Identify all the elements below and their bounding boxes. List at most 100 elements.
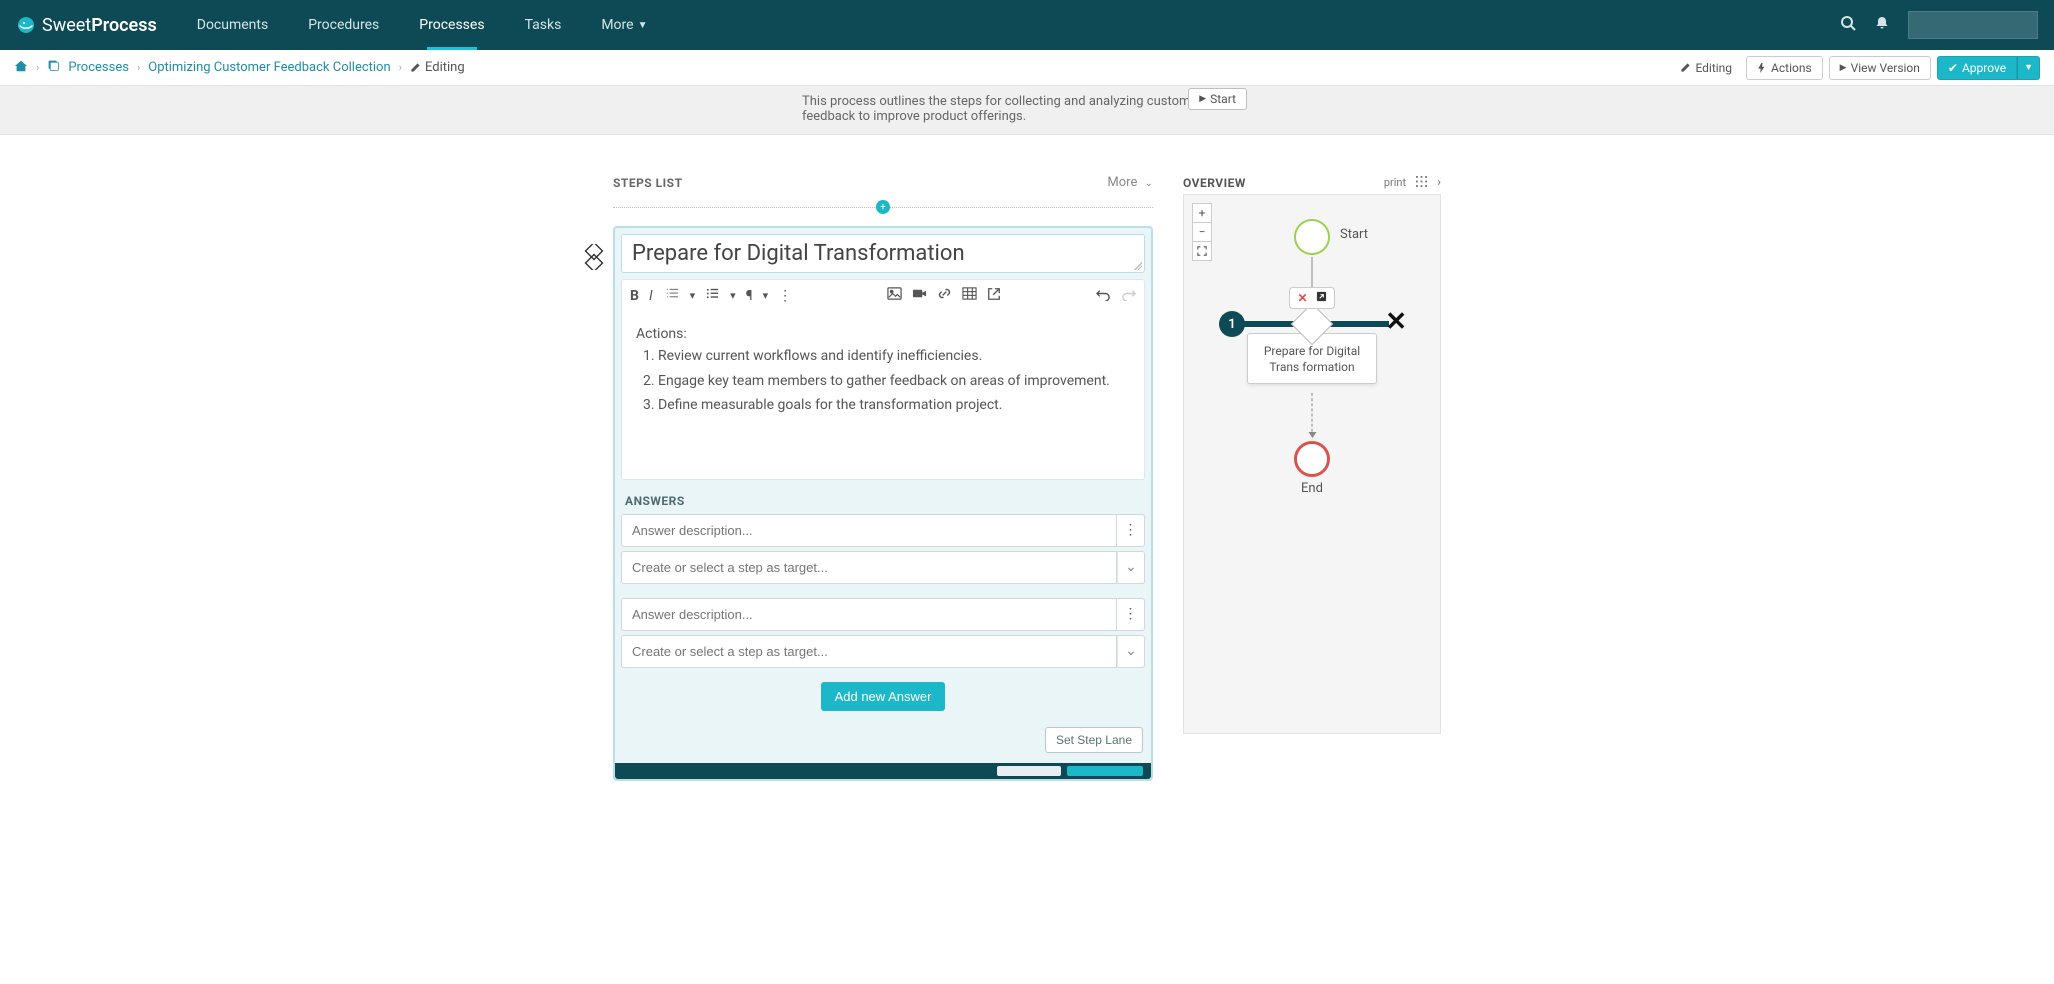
answer-row: ⋮ xyxy=(621,514,1145,547)
paragraph-button[interactable]: ¶ xyxy=(746,288,753,304)
flow-connector-dashed xyxy=(1312,393,1313,437)
crumb-editing: Editing xyxy=(410,60,465,75)
nav-processes[interactable]: Processes xyxy=(399,0,504,50)
italic-button[interactable]: I xyxy=(649,288,653,304)
brand-text-a: Sweet xyxy=(42,15,91,36)
answer-menu-button[interactable]: ⋮ xyxy=(1117,514,1145,547)
answer-menu-button[interactable]: ⋮ xyxy=(1117,598,1145,631)
end-label: End xyxy=(1294,481,1330,496)
pencil-icon xyxy=(1680,62,1691,73)
more-formatting-button[interactable]: ⋮ xyxy=(778,288,792,304)
flow-end-node[interactable]: End xyxy=(1294,441,1330,496)
ul-dropdown[interactable]: ▾ xyxy=(730,289,736,302)
pencil-icon xyxy=(410,62,421,73)
brand-logo[interactable]: SweetProcess xyxy=(0,15,177,36)
footer-primary-button[interactable] xyxy=(1067,766,1143,776)
redo-button[interactable] xyxy=(1121,286,1136,305)
step-content-editor[interactable]: Actions: Review current workflows and id… xyxy=(621,311,1145,480)
undo-button[interactable] xyxy=(1096,286,1111,305)
play-icon: ▶ xyxy=(1840,63,1847,73)
crumb-processes[interactable]: Processes xyxy=(68,60,129,75)
home-icon[interactable] xyxy=(14,59,28,77)
view-version-button[interactable]: ▶ View Version xyxy=(1829,56,1931,80)
ol-dropdown[interactable]: ▾ xyxy=(690,289,696,302)
chevron-down-icon: ⌄ xyxy=(1145,178,1153,189)
overview-canvas[interactable]: + − Start ✕ xyxy=(1183,194,1441,734)
answer-row: ⋮ xyxy=(621,598,1145,631)
unordered-list-button[interactable] xyxy=(705,286,720,305)
steps-list-title: STEPS LIST xyxy=(613,176,683,190)
nav-more[interactable]: More ▼ xyxy=(581,0,667,50)
table-button[interactable] xyxy=(962,286,977,305)
process-description: This process outlines the steps for coll… xyxy=(802,94,1247,124)
image-button[interactable] xyxy=(887,286,902,305)
add-step-button[interactable]: + xyxy=(876,200,890,214)
play-icon: ▶ xyxy=(1199,94,1206,104)
nav-procedures[interactable]: Procedures xyxy=(288,0,399,50)
answer-target-select[interactable] xyxy=(621,551,1117,584)
user-area-placeholder[interactable] xyxy=(1908,11,2038,39)
processes-stack-icon xyxy=(47,59,60,76)
editing-indicator[interactable]: Editing xyxy=(1672,57,1740,79)
set-step-lane-button[interactable]: Set Step Lane xyxy=(1045,727,1143,753)
zoom-in-button[interactable]: + xyxy=(1192,203,1212,223)
bell-icon[interactable] xyxy=(1874,15,1890,35)
bold-button[interactable]: B xyxy=(630,288,639,304)
steps-list-header: STEPS LIST More ⌄ xyxy=(613,175,1153,190)
top-right-tools xyxy=(1840,11,2054,39)
target-dropdown-button[interactable]: ⌄ xyxy=(1117,635,1145,668)
nav-tasks[interactable]: Tasks xyxy=(505,0,582,50)
external-link-button[interactable] xyxy=(987,287,1001,305)
print-button[interactable]: print xyxy=(1384,176,1406,189)
add-answer-button[interactable]: Add new Answer xyxy=(821,682,946,711)
delete-step-button[interactable]: ✕ xyxy=(1297,291,1307,305)
breadcrumb: › Processes › Optimizing Customer Feedba… xyxy=(14,59,465,77)
flow-connector xyxy=(1312,257,1313,287)
breadcrumb-bar: › Processes › Optimizing Customer Feedba… xyxy=(0,50,2054,86)
zoom-fit-button[interactable] xyxy=(1192,241,1212,261)
remove-node-button[interactable]: ✕ xyxy=(1385,307,1407,337)
step-title-input[interactable]: Prepare for Digital Transformation xyxy=(621,234,1145,273)
answer-description-input[interactable] xyxy=(621,598,1117,631)
brand-text-b: Process xyxy=(91,15,157,36)
bolt-icon xyxy=(1757,63,1767,73)
steps-list-more[interactable]: More ⌄ xyxy=(1107,175,1153,190)
chevron-down-icon: ▼ xyxy=(2024,62,2033,73)
expand-icon[interactable] xyxy=(1416,176,1427,190)
para-dropdown[interactable]: ▾ xyxy=(763,289,769,302)
target-dropdown-button[interactable]: ⌄ xyxy=(1117,551,1145,584)
link-button[interactable] xyxy=(937,286,952,305)
nav-documents[interactable]: Documents xyxy=(177,0,288,50)
video-button[interactable] xyxy=(912,286,927,305)
logo-icon xyxy=(16,15,36,35)
answer-description-input[interactable] xyxy=(621,514,1117,547)
action-item: Review current workflows and identify in… xyxy=(658,345,1130,367)
zoom-out-button[interactable]: − xyxy=(1192,222,1212,242)
approve-button[interactable]: ✔ Approve xyxy=(1937,56,2017,80)
flow-start-node[interactable]: Start xyxy=(1294,219,1330,255)
nav-more-label: More xyxy=(601,17,633,33)
approve-dropdown[interactable]: ▼ xyxy=(2017,56,2040,80)
crumb-current[interactable]: Optimizing Customer Feedback Collection xyxy=(148,60,390,75)
step-number-badge: 1 xyxy=(1219,311,1245,337)
ordered-list-button[interactable] xyxy=(665,286,680,305)
step-node-toolbar: ✕ xyxy=(1289,287,1335,309)
footer-secondary-button[interactable] xyxy=(997,766,1061,776)
answer-target-row: ⌄ xyxy=(621,635,1145,668)
primary-nav: Documents Procedures Processes Tasks Mor… xyxy=(177,0,668,50)
flow-step-node[interactable]: ✕ 1 ✕ Prepare for Digital Trans formatio… xyxy=(1247,287,1377,384)
search-icon[interactable] xyxy=(1840,15,1856,35)
actions-button[interactable]: Actions xyxy=(1746,56,1823,80)
answer-target-select[interactable] xyxy=(621,635,1117,668)
action-item: Engage key team members to gather feedba… xyxy=(658,370,1130,392)
open-step-button[interactable] xyxy=(1316,291,1327,305)
start-process-button[interactable]: ▶ Start xyxy=(1188,88,1247,110)
decision-icon[interactable] xyxy=(581,244,607,274)
page-action-buttons: Editing Actions ▶ View Version ✔ Approve… xyxy=(1672,56,2040,80)
step-editor-card: Prepare for Digital Transformation B I ▾… xyxy=(613,226,1153,781)
answers-title: ANSWERS xyxy=(625,494,1141,508)
overview-title: OVERVIEW xyxy=(1183,176,1246,190)
chevron-right-icon[interactable]: › xyxy=(1437,175,1441,190)
editor-toolbar: B I ▾ ▾ ¶ ▾ ⋮ xyxy=(621,279,1145,311)
chevron-down-icon: ▼ xyxy=(638,20,648,31)
